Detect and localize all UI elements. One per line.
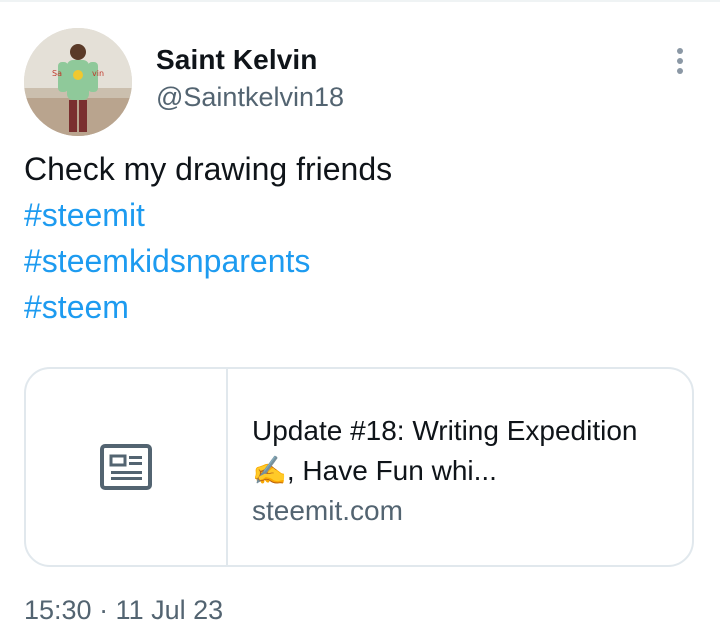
link-card-thumbnail: [26, 369, 228, 565]
author-name[interactable]: Saint Kelvin: [156, 44, 317, 76]
tweet-text: Check my drawing friends: [24, 151, 393, 187]
more-vertical-icon: [677, 48, 683, 74]
tweet-timestamp[interactable]: 15:30 · 11 Jul 23: [24, 595, 223, 626]
tweet-body: Check my drawing friends #steemit #steem…: [24, 146, 392, 330]
hashtag-steemit[interactable]: #steemit: [24, 192, 392, 238]
link-card-domain: steemit.com: [252, 495, 403, 526]
more-options-button[interactable]: [664, 44, 696, 78]
author-handle[interactable]: @Saintkelvin18: [156, 82, 344, 113]
avatar-overlay-text-right: vin: [92, 69, 104, 78]
hashtag-steem[interactable]: #steem: [24, 284, 392, 330]
avatar-photo: Sa vin: [24, 28, 132, 136]
news-article-icon: [100, 444, 152, 490]
top-divider: [0, 0, 720, 2]
avatar-overlay-text-left: Sa: [52, 69, 62, 78]
link-card-title: Update #18: Writing Expedition ✍️, Have …: [252, 415, 638, 486]
hashtag-steemkidsnparents[interactable]: #steemkidsnparents: [24, 238, 392, 284]
link-card-text: Update #18: Writing Expedition ✍️, Have …: [228, 369, 692, 565]
link-preview-card[interactable]: Update #18: Writing Expedition ✍️, Have …: [24, 367, 694, 567]
avatar[interactable]: Sa vin: [24, 28, 132, 136]
